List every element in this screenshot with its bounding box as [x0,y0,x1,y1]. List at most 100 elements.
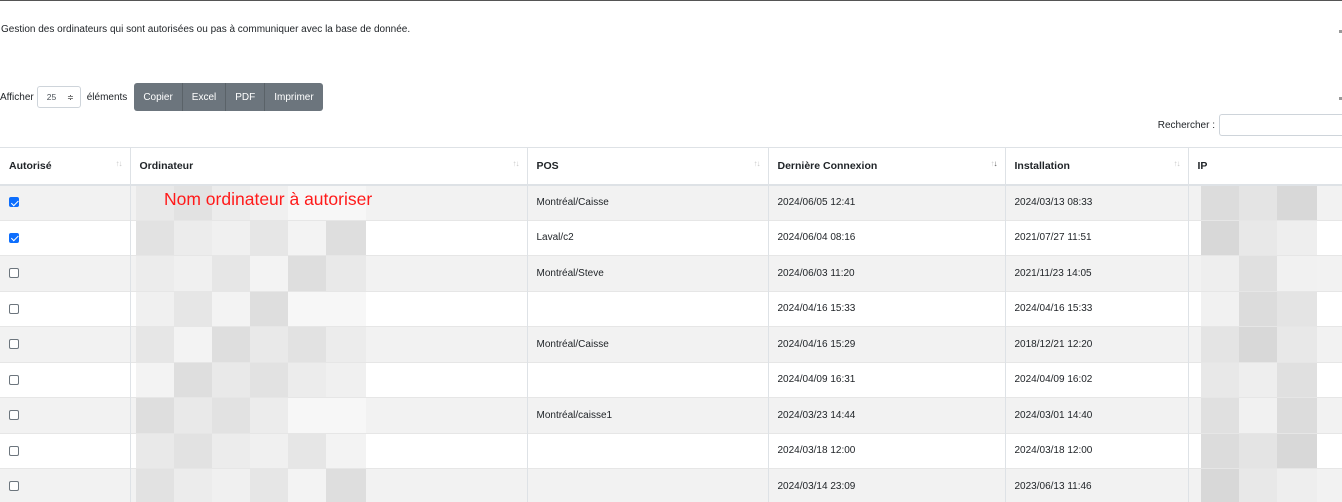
ip-cell-redacted [1188,290,1342,327]
redaction-block [173,398,212,433]
table-row[interactable]: Montréal/caisse1 2024/03/23 14:44 2024/03/… [0,397,1342,433]
redaction-block [1238,291,1277,326]
authorized-cell [0,290,131,327]
table-row[interactable]: 2024/04/09 16:31 2024/04/09 16:02 [0,361,1342,398]
authorized-checkbox[interactable] [9,303,19,314]
header-ip[interactable]: IP [1188,147,1342,186]
header-installation[interactable]: Installation ↑↓ [1005,147,1189,186]
redaction-block [249,220,288,255]
redaction-block [287,433,326,468]
redaction-block [249,433,288,468]
ip-cell-redacted [1188,219,1342,256]
redaction-block [325,433,366,468]
authorized-checkbox[interactable] [9,197,19,208]
last-connection-cell: 2024/03/23 14:44 [768,397,1006,433]
computer-cell-redacted [130,432,528,469]
pos-cell: Montréal/caisse1 [527,397,769,433]
last-connection-cell: 2024/04/16 15:33 [768,290,1006,327]
computer-cell-redacted [130,361,528,398]
pos-cell [527,361,769,398]
sort-icon: ↑↓ [115,159,123,168]
redaction-block [1238,220,1277,255]
table-row[interactable]: 2024/04/16 15:33 2024/04/16 15:33 [0,290,1342,327]
redaction-block [211,398,250,433]
redaction-block [1238,185,1277,220]
redaction-block [135,362,174,397]
redaction-block [1200,327,1239,362]
redaction-block [1200,469,1239,502]
redaction-block [211,469,250,502]
authorized-cell [0,468,131,502]
authorized-cell [0,397,131,433]
table-header-row: Autorisé ↑↓ Ordinateur ↑↓ POS ↑↓ Dernière C… [0,147,1342,186]
computer-cell-redacted [130,290,528,327]
header-pos[interactable]: POS ↑↓ [527,147,769,186]
table-row[interactable]: Montréal/Steve 2024/06/03 11:20 2021/11/23… [0,255,1342,291]
ip-cell-redacted [1188,326,1342,362]
last-connection-cell: 2024/06/05 12:41 [768,184,1006,220]
redaction-block [1200,256,1239,291]
redaction-block [287,220,326,255]
redaction-block [173,362,212,397]
redaction-block [287,327,326,362]
show-label: Afficher [0,91,34,103]
search-input[interactable] [1219,114,1342,136]
pdf-button[interactable]: PDF [226,83,266,111]
table-row[interactable]: 2024/03/18 12:00 2024/03/18 12:00 [0,432,1342,469]
pos-cell: Laval/c2 [527,219,769,256]
header-last-connection[interactable]: Dernière Connexion ↑↓ [768,147,1006,186]
redaction-block [325,291,366,326]
pos-cell: Montréal/Caisse [527,326,769,362]
redaction-block [211,256,250,291]
redaction-block [1200,398,1239,433]
redaction-block [1276,256,1317,291]
redaction-block [211,291,250,326]
redaction-block [211,327,250,362]
computer-cell-redacted [130,255,528,291]
authorized-checkbox[interactable] [9,232,19,243]
redaction-block [1238,433,1277,468]
redaction-block [1276,327,1317,362]
redaction-block [211,362,250,397]
redaction-block [325,469,366,502]
page-length-value: 25 [46,92,57,102]
redaction-block [287,256,326,291]
redaction-block [135,433,174,468]
table-row[interactable]: 2024/03/14 23:09 2023/06/13 11:46 [0,468,1342,502]
header-computer[interactable]: Ordinateur ↑↓ [130,147,528,186]
table-row[interactable]: Laval/c2 2024/06/04 08:16 2021/07/27 11:51 [0,219,1342,256]
redaction-block [1200,433,1239,468]
redaction-block [325,362,366,397]
installation-cell: 2024/03/01 14:40 [1005,397,1189,433]
print-button[interactable]: Imprimer [265,83,323,111]
redaction-block [249,469,288,502]
authorized-checkbox[interactable] [9,374,19,385]
authorized-checkbox[interactable] [9,410,19,421]
redaction-block [1200,220,1239,255]
last-connection-cell: 2024/03/18 12:00 [768,432,1006,469]
authorized-checkbox[interactable] [9,268,19,279]
redaction-block [173,469,212,502]
installation-cell: 2021/07/27 11:51 [1005,219,1189,256]
authorized-cell [0,255,131,291]
header-authorized[interactable]: Autorisé ↑↓ [0,147,131,186]
table-row[interactable]: Montréal/Caisse 2024/04/16 15:29 2018/12/2… [0,326,1342,362]
ip-cell-redacted [1188,361,1342,398]
redaction-block [249,398,288,433]
redaction-block [1238,327,1277,362]
authorized-checkbox[interactable] [9,481,19,492]
excel-button[interactable]: Excel [182,83,227,111]
redaction-block [135,256,174,291]
installation-cell: 2018/12/21 12:20 [1005,326,1189,362]
page-length-select[interactable]: 25 ≑ [36,86,81,108]
copy-button[interactable]: Copier [134,83,183,111]
last-connection-cell: 2024/03/14 23:09 [768,468,1006,502]
ip-cell-redacted [1188,432,1342,469]
table-controls: Afficher 25 ≑ éléments Copier Excel PDF … [0,83,323,111]
authorized-checkbox[interactable] [9,445,19,456]
redaction-block [287,398,326,433]
redaction-block [1200,185,1239,220]
ip-cell-redacted [1188,468,1342,502]
authorized-checkbox[interactable] [9,339,19,350]
sort-icon: ↑↓ [753,159,761,168]
